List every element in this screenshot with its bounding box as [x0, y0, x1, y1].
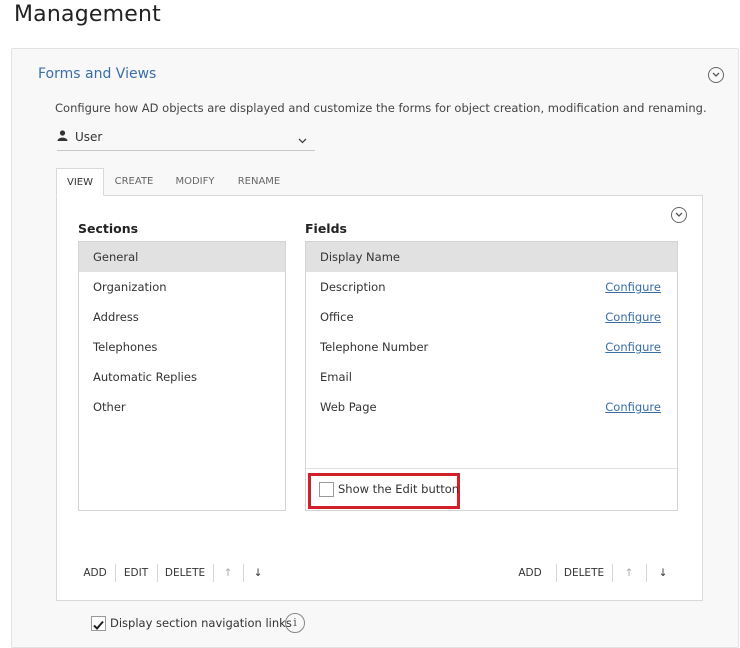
field-item-label: Email [320, 370, 352, 384]
section-item-organization[interactable]: Organization [79, 272, 285, 302]
fields-heading: Fields [305, 221, 347, 236]
configure-description-link[interactable]: Configure [605, 280, 661, 294]
section-item-address[interactable]: Address [79, 302, 285, 332]
section-item-general[interactable]: General [79, 242, 285, 272]
sections-heading: Sections [78, 221, 139, 236]
checkmark-icon [93, 620, 104, 630]
sections-delete-button[interactable]: DELETE [160, 562, 210, 584]
display-nav-links-label: Display section navigation links [110, 616, 292, 630]
fields-move-up-button[interactable]: ↑ [615, 562, 643, 584]
divider [157, 564, 158, 582]
page-title: Management [14, 2, 161, 27]
object-type-select[interactable]: User [57, 127, 315, 151]
divider [646, 564, 647, 582]
field-item-label: Office [320, 310, 354, 324]
tab-modify[interactable]: MODIFY [166, 168, 224, 196]
fields-button-bar: ADD DELETE ↑ ↓ [507, 562, 683, 584]
field-item-display-name[interactable]: Display Name [306, 242, 677, 272]
configure-office-link[interactable]: Configure [605, 310, 661, 324]
fields-move-down-button[interactable]: ↓ [649, 562, 677, 584]
show-edit-button-label: Show the Edit button [338, 482, 460, 496]
forms-and-views-card: Forms and Views Configure how AD objects… [11, 48, 739, 648]
tab-create[interactable]: CREATE [106, 168, 162, 196]
sections-add-button[interactable]: ADD [78, 562, 112, 584]
section-item-automatic-replies[interactable]: Automatic Replies [79, 362, 285, 392]
section-item-telephones[interactable]: Telephones [79, 332, 285, 362]
field-item-label: Display Name [320, 250, 400, 264]
fields-footer: Show the Edit button [306, 468, 677, 510]
field-item-email[interactable]: Email [306, 362, 677, 392]
divider [243, 564, 244, 582]
configure-web-page-link[interactable]: Configure [605, 400, 661, 414]
collapse-card-chevron-icon[interactable] [708, 67, 724, 83]
field-item-label: Telephone Number [320, 340, 429, 354]
field-item-label: Description [320, 280, 386, 294]
display-nav-links-checkbox[interactable] [91, 616, 106, 631]
fields-add-button[interactable]: ADD [507, 562, 553, 584]
sections-move-down-button[interactable]: ↓ [246, 562, 270, 584]
info-icon[interactable]: i [285, 613, 305, 633]
field-item-description[interactable]: Description Configure [306, 272, 677, 302]
configure-telephone-link[interactable]: Configure [605, 340, 661, 354]
sections-button-bar: ADD EDIT DELETE ↑ ↓ [78, 562, 288, 584]
sections-edit-button[interactable]: EDIT [118, 562, 154, 584]
chevron-down-icon [298, 133, 307, 147]
fields-list: Display Name Description Configure Offic… [305, 241, 678, 511]
fields-delete-button[interactable]: DELETE [559, 562, 609, 584]
collapse-panel-chevron-icon[interactable] [671, 207, 687, 223]
sections-list: General Organization Address Telephones … [78, 241, 286, 511]
user-icon [57, 130, 68, 144]
divider [115, 564, 116, 582]
field-item-label: Web Page [320, 400, 377, 414]
section-item-other[interactable]: Other [79, 392, 285, 422]
tab-view[interactable]: VIEW [56, 168, 104, 196]
card-description: Configure how AD objects are displayed a… [55, 101, 707, 115]
view-tab-panel: Sections Fields General Organization Add… [56, 195, 703, 633]
show-edit-button-checkbox[interactable] [319, 482, 334, 497]
card-title: Forms and Views [38, 66, 157, 82]
tab-rename[interactable]: RENAME [228, 168, 290, 196]
sections-move-up-button[interactable]: ↑ [216, 562, 240, 584]
field-item-web-page[interactable]: Web Page Configure [306, 392, 677, 422]
field-item-office[interactable]: Office Configure [306, 302, 677, 332]
field-item-telephone-number[interactable]: Telephone Number Configure [306, 332, 677, 362]
divider [556, 564, 557, 582]
divider [213, 564, 214, 582]
object-type-value: User [75, 130, 103, 144]
divider [612, 564, 613, 582]
